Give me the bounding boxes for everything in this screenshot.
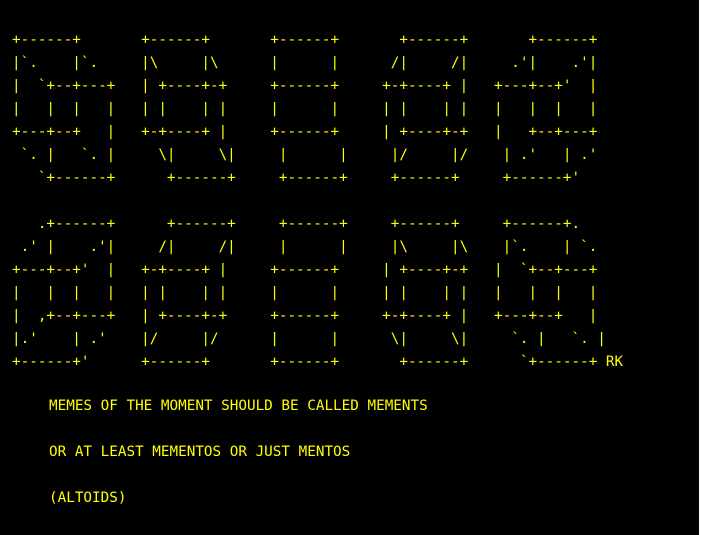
ascii-art-line: +------+' +------+ +------+ +------+ `+-…: [12, 354, 624, 370]
ascii-art-line: +---+--+ | +-+----+ | +------+ | +----+-…: [12, 124, 598, 140]
ascii-art-line: +------+ +------+ +------+ +------+ +---…: [12, 32, 598, 48]
ascii-art-cubes: +------+ +------+ +------+ +------+ +---…: [12, 29, 623, 374]
message-line-3: (ALTOIDS): [49, 490, 127, 506]
ascii-art-line: `. | `. | \| \| | | |/ |/ | .' | .': [12, 147, 598, 163]
ascii-art-line: | | | | | | | | | | | | | | | | | |: [12, 285, 598, 301]
ascii-art-line: `+------+ +------+ +------+ +------+ +--…: [12, 170, 581, 186]
ascii-art-line: +---+--+' | +-+----+ | +------+ | +----+…: [12, 262, 598, 278]
message-line-2: OR AT LEAST MEMENTOS OR JUST MENTOS: [49, 444, 351, 460]
ascii-art-line: |`. |`. |\ |\ | | /| /| .'| .'|: [12, 55, 598, 71]
ascii-art-line: |.' | .' |/ |/ | | \| \| `. | `. |: [12, 331, 606, 347]
message-line-1: MEMES OF THE MOMENT SHOULD BE CALLED MEM…: [49, 398, 428, 414]
terminal-screen: +------+ +------+ +------+ +------+ +---…: [0, 0, 699, 535]
ascii-art-line: | `+--+---+ | +----+-+ +------+ +-+----+…: [12, 78, 598, 94]
ascii-art-line: .+------+ +------+ +------+ +------+ +--…: [12, 216, 581, 232]
ascii-art-line: | | | | | | | | | | | | | | | | | |: [12, 101, 598, 117]
ascii-art-line: | ,+--+---+ | +----+-+ +------+ +-+----+…: [12, 308, 598, 324]
ascii-art-line: .' | .'| /| /| | | |\ |\ |`. | `.: [12, 239, 598, 255]
ascii-art-line: [12, 190, 623, 213]
